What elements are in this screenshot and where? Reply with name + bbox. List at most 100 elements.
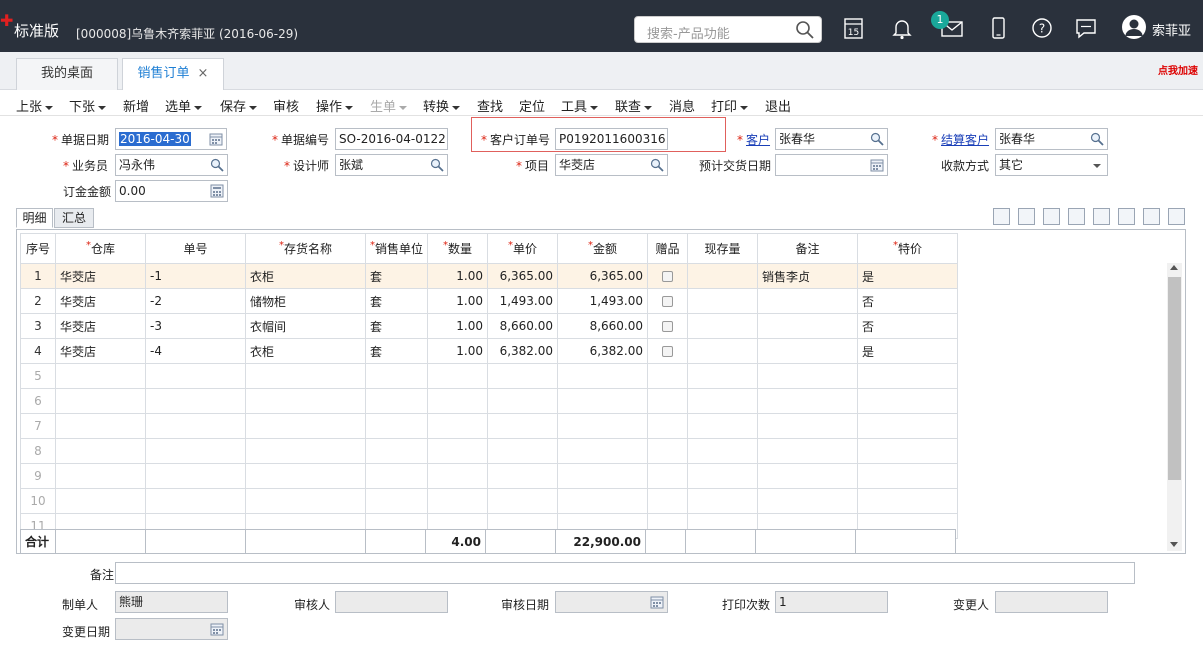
table-row[interactable]: 1 华茭店 -1 衣柜 套 1.00 6,365.00 6,365.00 销售李… xyxy=(20,263,959,289)
cell-amount[interactable]: 8,660.00 xyxy=(557,313,649,339)
col-gift[interactable]: 赠品 xyxy=(647,233,689,264)
gift-checkbox[interactable] xyxy=(662,271,674,282)
col-item[interactable]: *存货名称 xyxy=(245,233,366,264)
cell-qty[interactable]: 1.00 xyxy=(427,338,489,364)
col-remark[interactable]: 备注 xyxy=(757,233,859,264)
cell-warehouse[interactable]: 华茭店 xyxy=(55,313,146,339)
cell-amount[interactable]: 6,365.00 xyxy=(557,263,649,289)
message-button[interactable]: 消息 xyxy=(669,96,695,115)
cell-gift[interactable] xyxy=(647,288,689,314)
locate-button[interactable]: 定位 xyxy=(519,96,545,115)
table-row-empty[interactable]: 6 xyxy=(20,388,959,414)
cell-item[interactable]: 储物柜 xyxy=(245,288,366,314)
table-row-empty[interactable]: 10 xyxy=(20,488,959,514)
cell-unit[interactable]: 套 xyxy=(364,313,429,339)
speed-up-badge[interactable]: 点我加速 xyxy=(1158,62,1198,77)
table-row[interactable]: 2 华茭店 -2 储物柜 套 1.00 1,493.00 1,493.00 否 xyxy=(20,288,959,314)
new-button[interactable]: 新增 xyxy=(123,96,149,115)
cell-special[interactable]: 是 xyxy=(857,338,959,364)
select-order-button[interactable]: 选单 xyxy=(165,96,203,115)
find-icon[interactable] xyxy=(1093,208,1110,225)
table-row-empty[interactable]: 5 xyxy=(20,363,959,389)
cell-gift[interactable] xyxy=(647,338,689,364)
tab-detail[interactable]: 明细 xyxy=(16,208,53,228)
lookup-search-icon[interactable] xyxy=(870,132,884,146)
calendar-icon[interactable] xyxy=(870,158,884,172)
cell-item[interactable]: 衣柜 xyxy=(245,263,366,289)
save-layout-icon[interactable] xyxy=(1168,208,1185,225)
cell-number[interactable]: -3 xyxy=(145,313,246,339)
scroll-up-icon[interactable] xyxy=(1170,265,1178,270)
table-row-empty[interactable]: 9 xyxy=(20,463,959,489)
cell-gift[interactable] xyxy=(647,313,689,339)
cell-number[interactable]: -2 xyxy=(145,288,246,314)
doc-no-field[interactable]: SO-2016-04-0122 xyxy=(335,128,448,150)
gift-checkbox[interactable] xyxy=(662,346,674,357)
lookup-search-icon[interactable] xyxy=(1090,132,1104,146)
col-amount[interactable]: *金额 xyxy=(557,233,649,264)
scroll-thumb[interactable] xyxy=(1168,277,1181,480)
linked-query-button[interactable]: 联查 xyxy=(615,96,653,115)
tools-button[interactable]: 工具 xyxy=(561,96,599,115)
cell-unit[interactable]: 套 xyxy=(364,338,429,364)
col-warehouse[interactable]: *仓库 xyxy=(55,233,146,264)
salesman-field[interactable]: 冯永伟 xyxy=(115,154,228,176)
find-button[interactable]: 查找 xyxy=(477,96,503,115)
cell-remark[interactable] xyxy=(757,288,859,314)
chart-icon[interactable] xyxy=(1143,208,1160,225)
convert-button[interactable]: 转换 xyxy=(423,96,461,115)
col-unit[interactable]: *销售单位 xyxy=(364,233,429,264)
generate-order-button[interactable]: 生单 xyxy=(370,96,408,115)
doc-date-field[interactable]: 2016-04-30 xyxy=(115,128,227,150)
table-row-empty[interactable]: 7 xyxy=(20,413,959,439)
cell-number[interactable]: -1 xyxy=(145,263,246,289)
save-button[interactable]: 保存 xyxy=(220,96,258,115)
cell-price[interactable]: 6,365.00 xyxy=(487,263,559,289)
cell-warehouse[interactable]: 华茭店 xyxy=(55,288,146,314)
table-row[interactable]: 4 华茭店 -4 衣柜 套 1.00 6,382.00 6,382.00 是 xyxy=(20,338,959,364)
cell-item[interactable]: 衣柜 xyxy=(245,338,366,364)
cell-price[interactable]: 8,660.00 xyxy=(487,313,559,339)
avatar[interactable] xyxy=(1122,15,1146,39)
close-icon[interactable]: × xyxy=(198,66,209,81)
export-excel-icon[interactable] xyxy=(1043,208,1060,225)
cell-qty[interactable]: 1.00 xyxy=(427,288,489,314)
next-button[interactable]: 下张 xyxy=(69,96,107,115)
cell-price[interactable]: 1,493.00 xyxy=(487,288,559,314)
col-stock[interactable]: 现存量 xyxy=(687,233,759,264)
paste-row-icon[interactable] xyxy=(1018,208,1035,225)
project-field[interactable]: 华茭店 xyxy=(555,154,668,176)
cell-gift[interactable] xyxy=(647,263,689,289)
lookup-search-icon[interactable] xyxy=(210,158,224,172)
cell-number[interactable]: -4 xyxy=(145,338,246,364)
customer-order-field[interactable]: P0192011600316 xyxy=(555,128,668,150)
col-special[interactable]: *特价 xyxy=(857,233,959,264)
col-number[interactable]: 单号 xyxy=(145,233,246,264)
batch-icon[interactable] xyxy=(1068,208,1085,225)
tab-sales-order[interactable]: 销售订单 × xyxy=(122,58,224,91)
exit-button[interactable]: 退出 xyxy=(765,96,791,115)
col-price[interactable]: *单价 xyxy=(487,233,559,264)
cell-special[interactable]: 否 xyxy=(857,288,959,314)
cell-qty[interactable]: 1.00 xyxy=(427,313,489,339)
cell-price[interactable]: 6,382.00 xyxy=(487,338,559,364)
cell-warehouse[interactable]: 华茭店 xyxy=(55,263,146,289)
table-row[interactable]: 3 华茭店 -3 衣帽间 套 1.00 8,660.00 8,660.00 否 xyxy=(20,313,959,339)
prev-button[interactable]: 上张 xyxy=(16,96,54,115)
customer-field[interactable]: 张春华 xyxy=(775,128,888,150)
table-row-empty[interactable]: 8 xyxy=(20,438,959,464)
remark-field[interactable] xyxy=(115,562,1135,584)
tab-my-desk[interactable]: 我的桌面 xyxy=(16,58,118,90)
print-button[interactable]: 打印 xyxy=(711,96,749,115)
payment-method-select[interactable]: 其它 xyxy=(995,154,1108,176)
settle-customer-field[interactable]: 张春华 xyxy=(995,128,1108,150)
cell-unit[interactable]: 套 xyxy=(364,288,429,314)
gift-checkbox[interactable] xyxy=(662,296,674,307)
lookup-search-icon[interactable] xyxy=(430,158,444,172)
copy-row-icon[interactable] xyxy=(993,208,1010,225)
chat-icon[interactable] xyxy=(1072,14,1100,42)
bell-icon[interactable] xyxy=(888,14,916,42)
cell-remark[interactable]: 销售李贞 xyxy=(757,263,859,289)
tab-summary[interactable]: 汇总 xyxy=(54,208,94,228)
help-icon[interactable]: ? xyxy=(1028,14,1056,42)
